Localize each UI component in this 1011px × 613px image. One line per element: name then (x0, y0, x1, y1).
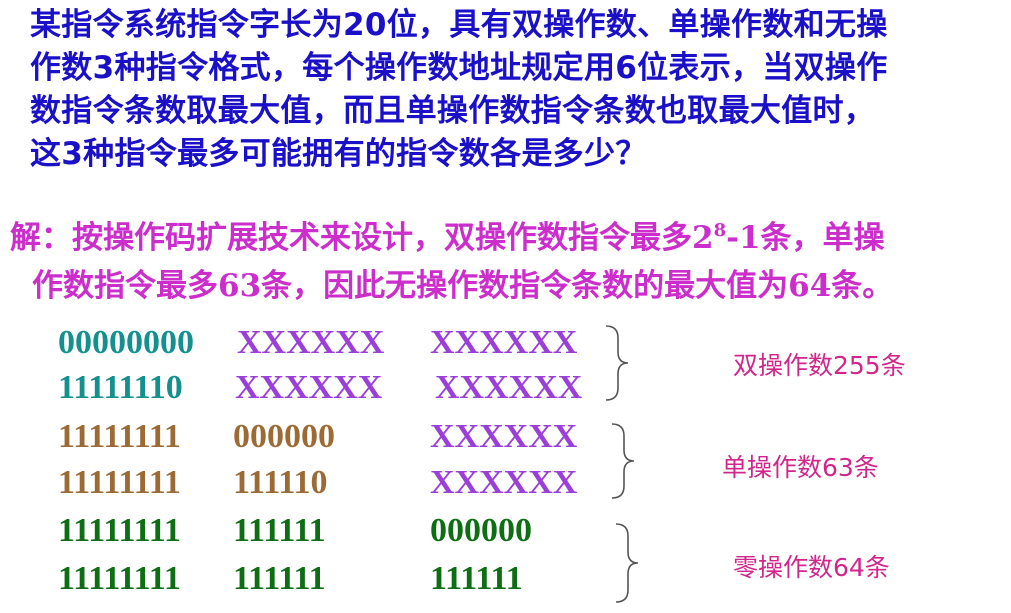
row2-opcode: 11111110 (58, 369, 183, 406)
question-line-2: 作数3种指令格式，每个操作数地址规定用6位表示，当双操作 (30, 50, 888, 86)
label-double-operand: 双操作数255条 (733, 351, 906, 380)
answer-line-1: 解：按操作码扩展技术来设计，双操作数指令最多28-1条，单操 (10, 214, 1005, 262)
row3-opcode: 11111111 (58, 418, 181, 455)
label-single-operand: 单操作数63条 (722, 453, 879, 482)
label-zero-operand: 零操作数64条 (733, 553, 890, 582)
answer-line-1-pre: 解：按操作码扩展技术来设计，双操作数指令最多2 (10, 220, 714, 256)
row2-addr2: XXXXXX (435, 369, 583, 406)
row1-addr2: XXXXXX (430, 324, 578, 361)
brace-single-icon (611, 423, 635, 499)
row6-addr2: 111111 (430, 560, 523, 597)
row4-opcode: 11111111 (58, 464, 181, 501)
row6-opcode: 11111111 (58, 560, 181, 597)
row6-addr1: 111111 (233, 560, 326, 597)
row5-opcode: 11111111 (58, 512, 181, 549)
row5-addr1: 111111 (233, 512, 326, 549)
answer-line-2: 作数指令最多63条，因此无操作数指令条数的最大值为64条。 (32, 268, 894, 304)
question-line-4: 这3种指令最多可能拥有的指令数各是多少？ (30, 136, 647, 172)
brace-double-icon (605, 325, 629, 401)
answer-text: 解：按操作码扩展技术来设计，双操作数指令最多28-1条，单操 作数指令最多63条… (10, 214, 1005, 310)
row4-addr2: XXXXXX (430, 464, 578, 501)
row2-addr1: XXXXXX (235, 369, 383, 406)
row3-addr2: XXXXXX (430, 418, 578, 455)
question-line-3: 数指令条数取最大值，而且单操作数指令条数也取最大值时， (30, 93, 876, 129)
row1-opcode: 00000000 (58, 324, 194, 361)
row3-addr1: 000000 (233, 418, 335, 455)
brace-zero-icon (615, 523, 639, 603)
question-text: 某指令系统指令字长为20位，具有双操作数、单操作数和无操 作数3种指令格式，每个… (30, 4, 1005, 176)
row1-addr1: XXXXXX (237, 324, 385, 361)
row4-addr1: 111110 (233, 464, 328, 501)
answer-exponent: 8 (713, 220, 727, 241)
row5-addr2: 000000 (430, 512, 532, 549)
answer-line-1-post: -1条，单操 (726, 220, 885, 256)
question-line-1: 某指令系统指令字长为20位，具有双操作数、单操作数和无操 (30, 7, 888, 43)
